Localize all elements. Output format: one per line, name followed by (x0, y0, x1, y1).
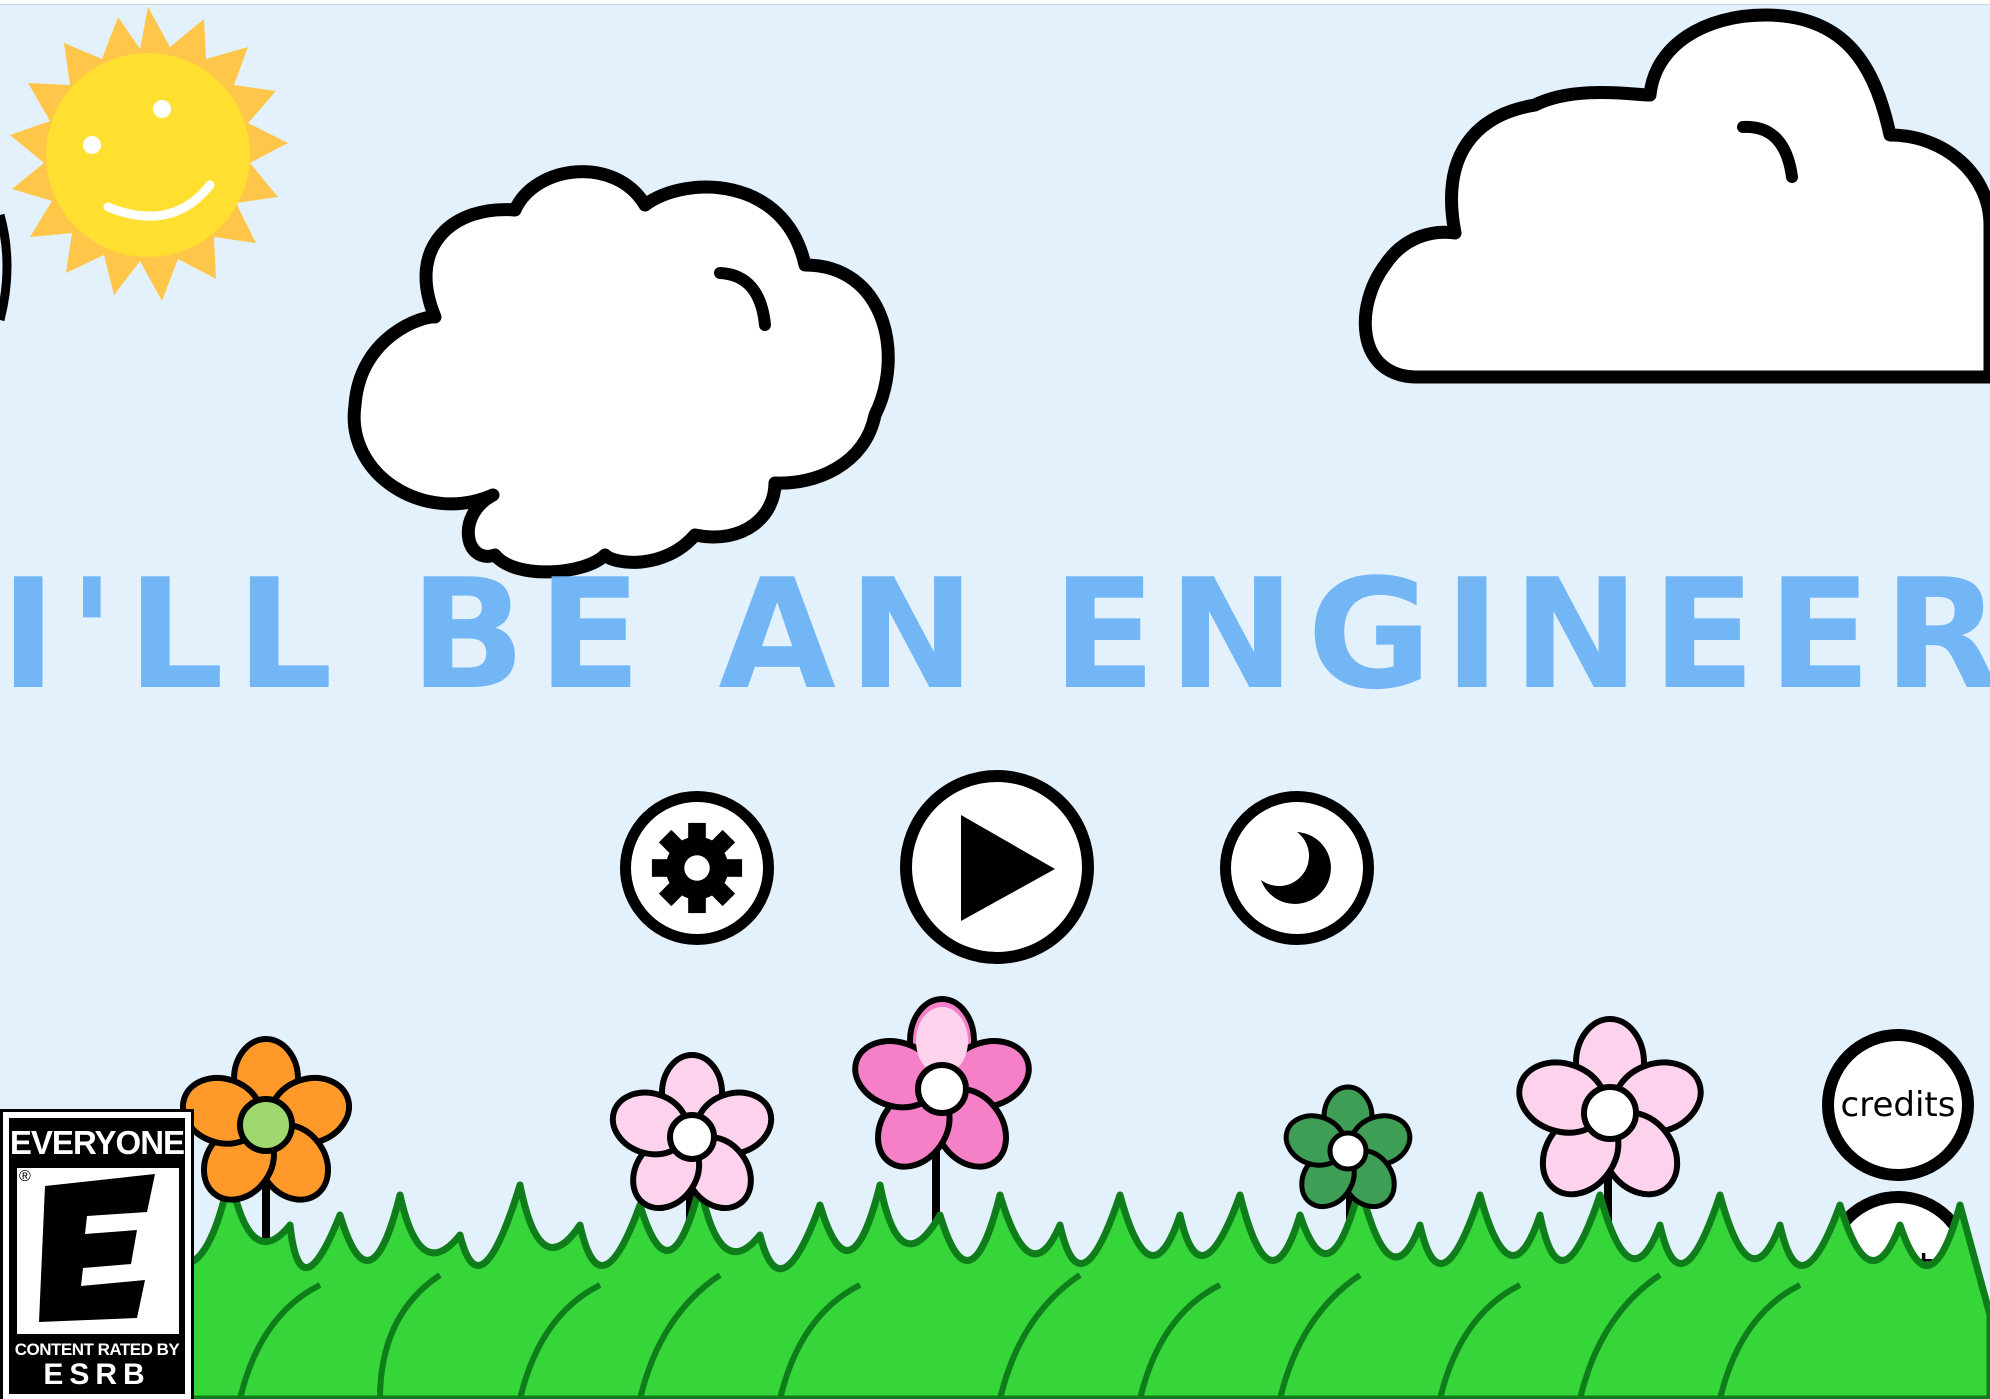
esrb-rating-badge: EVERYONE ® CONTENT RATED BY ESRB (0, 1109, 194, 1399)
esrb-letter-box: ® (17, 1168, 179, 1334)
esrb-content-rated-by: CONTENT RATED BY (14, 1340, 180, 1359)
flower-meadow (146, 996, 1990, 1399)
grass (146, 1171, 1990, 1399)
offscreen-outline (0, 213, 12, 322)
esrb-e-logo (39, 1174, 155, 1322)
night-mode-button[interactable] (1220, 791, 1374, 945)
play-button[interactable] (900, 770, 1094, 964)
game-scene: I'LL BE AN ENGINEER credits EVERYONE ® C… (0, 4, 1990, 1399)
sun-icon (10, 7, 288, 301)
settings-button[interactable] (620, 791, 774, 945)
gear-icon (651, 822, 743, 914)
cloud-right (1358, 8, 1990, 384)
play-icon (961, 815, 1055, 921)
game-title: I'LL BE AN ENGINEER (0, 546, 1990, 723)
esrb-brand: ESRB (43, 1358, 151, 1391)
moon-icon (1261, 832, 1331, 904)
esrb-rating-text: EVERYONE (9, 1124, 185, 1161)
